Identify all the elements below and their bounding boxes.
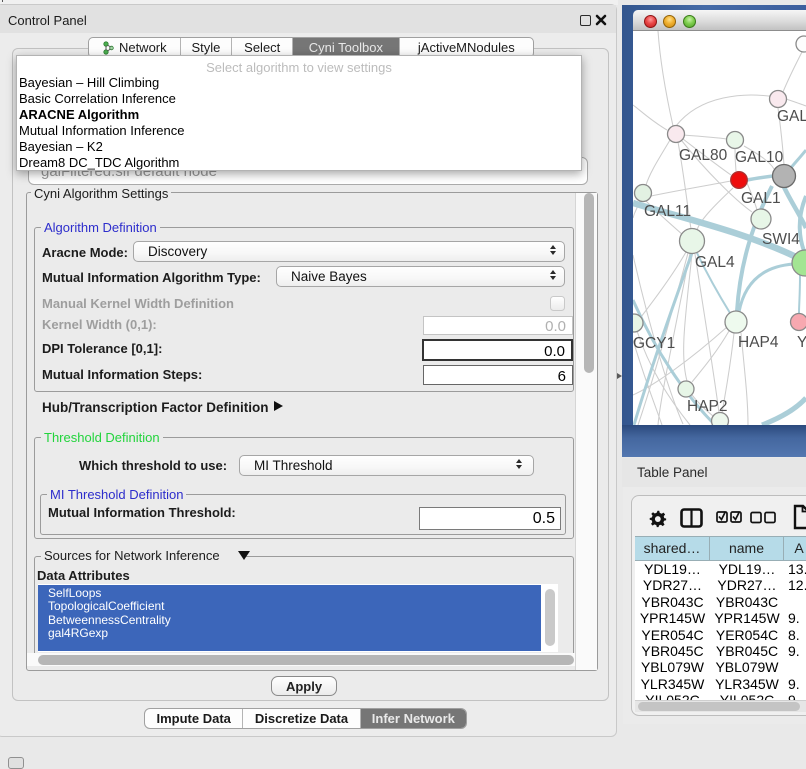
svg-text:GAL4: GAL4 <box>695 254 735 271</box>
svg-text:SWI4: SWI4 <box>762 231 800 248</box>
svg-text:Y: Y <box>797 334 806 351</box>
svg-text:HAP2: HAP2 <box>687 398 728 415</box>
svg-text:GAL2: GAL2 <box>777 108 806 125</box>
svg-text:GAL11: GAL11 <box>644 203 691 220</box>
svg-text:GAL80: GAL80 <box>679 147 728 164</box>
svg-text:GAL1: GAL1 <box>741 190 781 207</box>
svg-text:GCY1: GCY1 <box>633 335 675 352</box>
svg-text:GAL10: GAL10 <box>735 149 784 166</box>
svg-text:HAP4: HAP4 <box>738 334 779 351</box>
